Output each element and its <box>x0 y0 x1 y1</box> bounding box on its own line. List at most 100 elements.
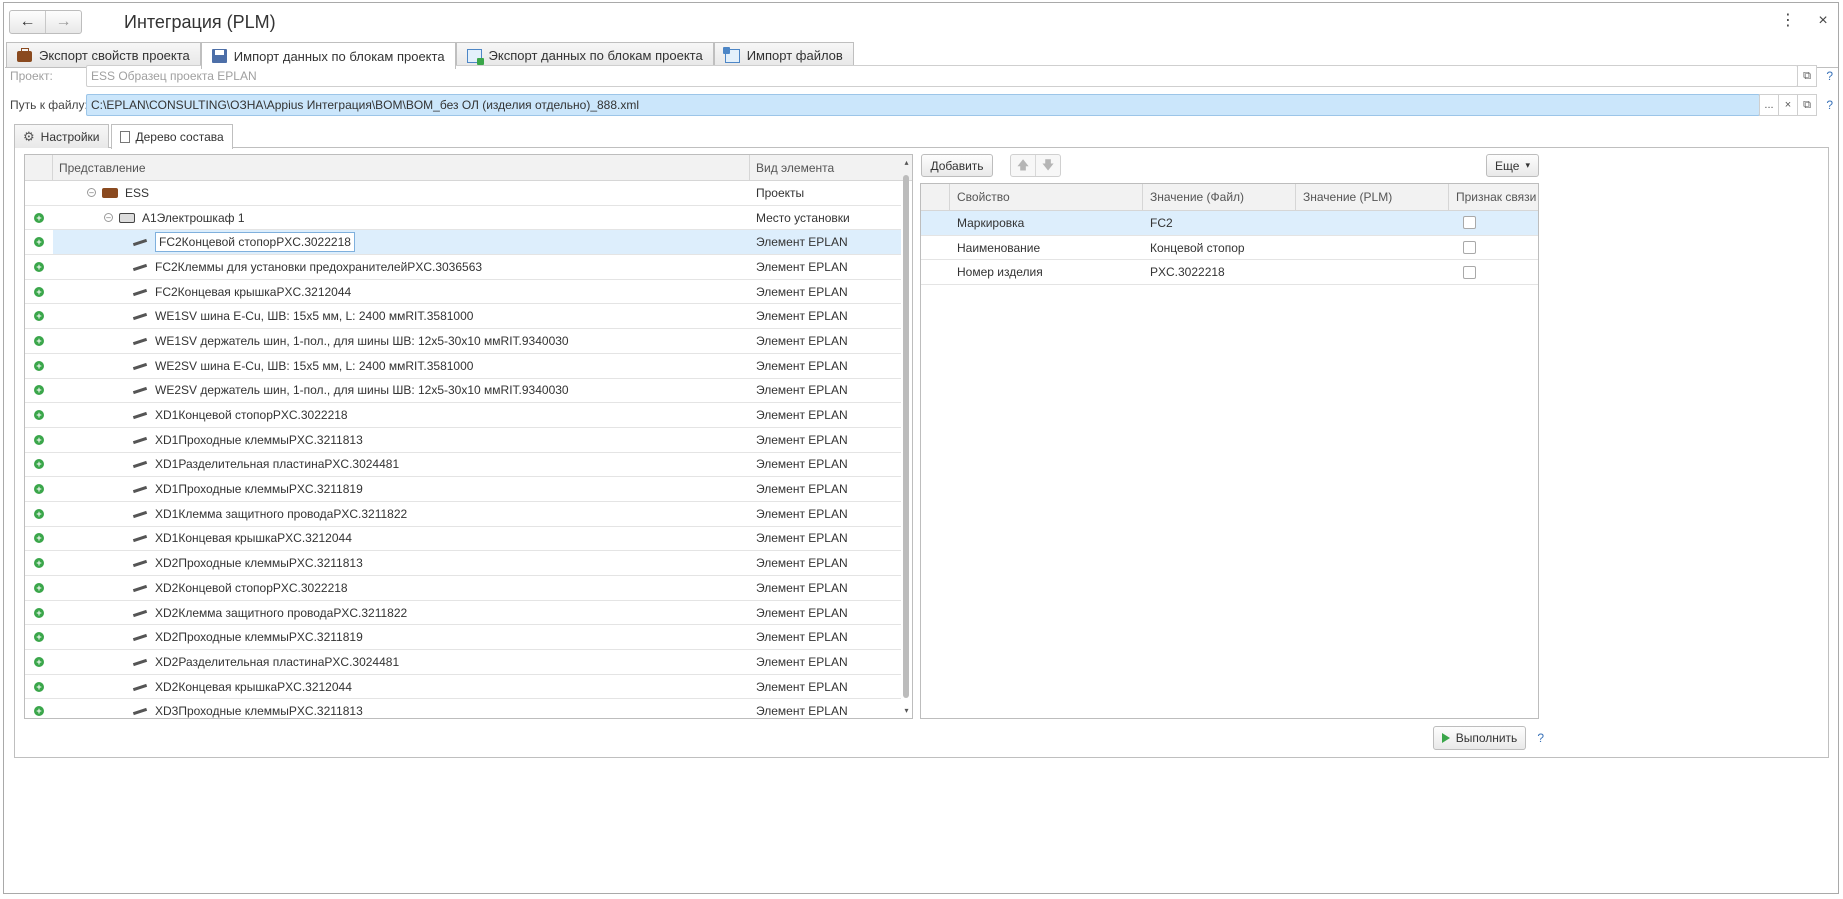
file-path-input[interactable]: C:\EPLAN\CONSULTING\ОЗНА\Appius Интеграц… <box>86 94 1760 116</box>
tree-row[interactable]: + XD2Клемма защитного проводаPXC.3211822 Э… <box>25 601 901 626</box>
open-file-icon[interactable]: ⧉ <box>1797 94 1817 116</box>
add-circle-icon[interactable]: + <box>34 286 44 297</box>
help-icon[interactable]: ? <box>1817 69 1833 83</box>
tree-item-label: XD2Проходные клеммыPXC.3211813 <box>155 556 363 571</box>
open-project-icon[interactable]: ⧉ <box>1797 65 1817 87</box>
add-circle-icon[interactable]: + <box>34 360 44 371</box>
tree-row[interactable]: + WE1SV шина E-Cu, ШВ: 15x5 мм, L: 2400 м… <box>25 304 901 330</box>
tree-row[interactable]: + WE1SV держатель шин, 1-пол., для шины Ш… <box>25 329 901 354</box>
tree-row[interactable]: + XD1Проходные клеммыPXC.3211813 Элемент E… <box>25 428 901 453</box>
tree-row[interactable]: + XD2Разделительная пластинаPXC.3024481 Эл… <box>25 650 901 675</box>
tree-row[interactable]: + XD2Концевая крышкаPXC.3212044 Элемент EP… <box>25 675 901 700</box>
tree-row[interactable]: – ESS Проекты <box>25 181 901 206</box>
move-up-icon[interactable]: 🡅 <box>1011 155 1035 176</box>
more-label: Еще <box>1495 158 1520 173</box>
scroll-up-icon[interactable]: ▴ <box>902 157 911 169</box>
collapse-icon[interactable]: – <box>87 188 96 198</box>
forward-button[interactable]: → <box>45 11 81 33</box>
help-icon[interactable]: ? <box>1528 731 1544 745</box>
tree-row[interactable]: + WE2SV шина E-Cu, ШВ: 15x5 мм, L: 2400 м… <box>25 354 901 379</box>
browse-button[interactable]: ... <box>1759 94 1779 116</box>
add-circle-icon[interactable]: + <box>34 582 44 593</box>
more-menu-icon[interactable]: ⋮ <box>1780 11 1796 31</box>
tree-row[interactable]: + XD2Концевой стопорPXC.3022218 Элемент EP… <box>25 576 901 601</box>
run-button[interactable]: Выполнить <box>1433 726 1526 750</box>
element-icon <box>132 236 148 248</box>
close-icon[interactable]: × <box>1816 11 1830 31</box>
back-button[interactable]: ← <box>10 11 45 33</box>
add-circle-icon[interactable]: + <box>34 335 44 346</box>
add-circle-icon[interactable]: + <box>34 212 44 223</box>
column-header-presentation[interactable]: Представление <box>53 155 750 180</box>
tree-row[interactable]: + XD2Проходные клеммыPXC.3211813 Элемент E… <box>25 551 901 576</box>
add-circle-icon[interactable]: + <box>34 607 44 618</box>
element-icon <box>132 656 148 668</box>
element-icon <box>132 508 148 520</box>
add-circle-icon[interactable]: + <box>34 261 44 272</box>
add-circle-icon[interactable]: + <box>34 311 44 322</box>
link-flag-cell <box>1449 211 1538 235</box>
add-circle-icon[interactable]: + <box>34 385 44 396</box>
tree-row[interactable]: + XD3Проходные клеммыPXC.3211813 Элемент E… <box>25 699 901 719</box>
add-circle-icon[interactable]: + <box>34 508 44 519</box>
tab-settings[interactable]: ⚙ Настройки <box>14 124 109 148</box>
tree-row[interactable]: + XD1Разделительная пластинаPXC.3024481 Эл… <box>25 453 901 478</box>
tree-item-label: XD3Проходные клеммыPXC.3211813 <box>155 704 363 719</box>
add-circle-icon[interactable]: + <box>34 484 44 495</box>
add-circle-icon[interactable]: + <box>34 681 44 692</box>
tree-row[interactable]: + XD1Проходные клеммыPXC.3211819 Элемент E… <box>25 477 901 502</box>
more-button[interactable]: Еще ▾ <box>1486 154 1539 177</box>
add-circle-icon[interactable]: + <box>34 237 44 248</box>
tree-row[interactable]: + XD1Клемма защитного проводаPXC.3211822 Э… <box>25 502 901 527</box>
properties-header: Свойство Значение (Файл) Значение (PLM) … <box>921 184 1538 211</box>
tree-row[interactable]: + FC2Концевой стопорPXC.3022218 Элемент EP… <box>25 230 901 256</box>
tab-import-block-data[interactable]: Импорт данных по блокам проекта <box>200 42 456 69</box>
column-header-link[interactable]: Признак связи <box>1449 184 1538 210</box>
tree-row[interactable]: + FC2Клеммы для установки предохранителей… <box>25 255 901 280</box>
add-circle-icon[interactable]: + <box>34 533 44 544</box>
scroll-down-icon[interactable]: ▾ <box>902 705 911 717</box>
tree-row[interactable]: + XD1Концевой стопорPXC.3022218 Элемент EP… <box>25 403 901 428</box>
add-circle-icon[interactable]: + <box>34 706 44 717</box>
element-type: Элемент EPLAN <box>750 230 901 255</box>
tree-row[interactable]: + – A1Электрошкаф 1 Место установки <box>25 206 901 231</box>
move-down-icon[interactable]: 🡇 <box>1035 155 1060 176</box>
add-circle-icon[interactable]: + <box>34 434 44 445</box>
collapse-icon[interactable]: – <box>104 213 113 223</box>
row-marker: + <box>25 681 53 692</box>
element-type: Элемент EPLAN <box>756 383 848 398</box>
element-type: Элемент EPLAN <box>756 457 848 472</box>
row-marker: + <box>25 360 53 371</box>
add-circle-icon[interactable]: + <box>34 656 44 667</box>
tree-row[interactable]: + FC2Концевая крышкаPXC.3212044 Элемент EP… <box>25 280 901 305</box>
add-circle-icon[interactable]: + <box>34 410 44 421</box>
link-checkbox[interactable] <box>1463 216 1476 230</box>
tree-row[interactable]: + XD1Концевая крышкаPXC.3212044 Элемент EP… <box>25 527 901 552</box>
add-circle-icon[interactable]: + <box>34 558 44 569</box>
tree-scrollbar[interactable]: ▴ ▾ <box>902 157 911 717</box>
tree-item-label: FC2Клеммы для установки предохранителейP… <box>155 259 483 274</box>
add-circle-icon[interactable]: + <box>34 459 44 470</box>
row-marker: + <box>25 459 53 470</box>
column-header-value-plm[interactable]: Значение (PLM) <box>1296 184 1449 210</box>
scroll-thumb[interactable] <box>903 175 909 698</box>
column-header-property[interactable]: Свойство <box>950 184 1143 210</box>
clear-icon[interactable]: × <box>1778 94 1798 116</box>
export-icon <box>466 48 484 65</box>
element-type: Элемент EPLAN <box>756 580 848 595</box>
nav-buttons: ← → <box>9 10 82 34</box>
link-checkbox[interactable] <box>1463 241 1476 255</box>
column-header-value-file[interactable]: Значение (Файл) <box>1143 184 1296 210</box>
column-header-type[interactable]: Вид элемента <box>750 155 912 180</box>
help-icon[interactable]: ? <box>1817 98 1833 112</box>
tree-row[interactable]: + WE2SV держатель шин, 1-пол., для шины Ш… <box>25 379 901 404</box>
property-row[interactable]: Маркировка FC2 <box>921 211 1538 236</box>
link-checkbox[interactable] <box>1463 265 1476 279</box>
add-circle-icon[interactable]: + <box>34 632 44 643</box>
tab-composition-tree[interactable]: Дерево состава <box>110 124 233 149</box>
add-button[interactable]: Добавить <box>921 154 993 177</box>
property-row[interactable]: Номер изделия PXC.3022218 <box>921 260 1538 286</box>
disk-icon <box>211 49 227 63</box>
property-row[interactable]: Наименование Концевой стопор <box>921 236 1538 261</box>
tree-row[interactable]: + XD2Проходные клеммыPXC.3211819 Элемент E… <box>25 625 901 651</box>
